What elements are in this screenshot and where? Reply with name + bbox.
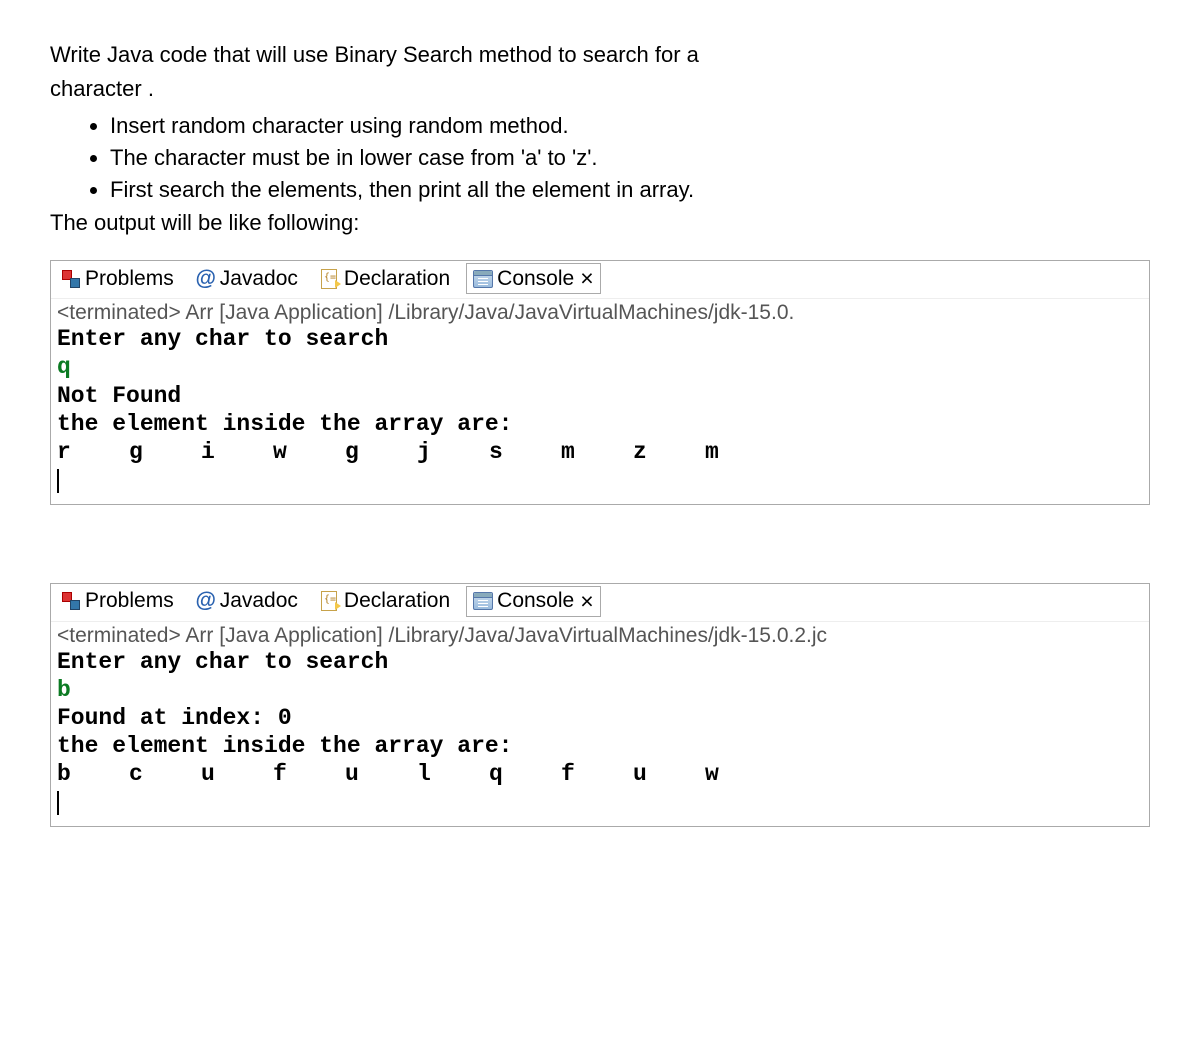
- user-input-line: q: [57, 353, 1143, 381]
- javadoc-icon: @: [196, 269, 216, 289]
- text-cursor: [57, 469, 59, 493]
- declaration-icon: {=: [320, 269, 340, 289]
- tab-console-label: Console: [497, 267, 574, 291]
- array-el: j: [417, 438, 489, 466]
- question-follow: The output will be like following:: [50, 210, 1150, 236]
- tab-problems-label: Problems: [85, 267, 174, 291]
- run-status-2: <terminated> Arr [Java Application] /Lib…: [51, 622, 1149, 648]
- tab-javadoc[interactable]: @ Javadoc: [190, 588, 304, 614]
- result-line: Not Found: [57, 382, 1143, 410]
- array-el: u: [345, 760, 417, 788]
- tab-declaration[interactable]: {= Declaration: [314, 588, 456, 614]
- array-el: i: [201, 438, 273, 466]
- close-icon[interactable]: ×: [580, 265, 593, 292]
- result-line: Found at index: 0: [57, 704, 1143, 732]
- array-el: s: [489, 438, 561, 466]
- array-el: f: [561, 760, 633, 788]
- run-status-1: <terminated> Arr [Java Application] /Lib…: [51, 299, 1149, 325]
- array-el: m: [561, 438, 633, 466]
- array-el: f: [273, 760, 345, 788]
- array-el: w: [705, 760, 777, 788]
- tab-bar: Problems @ Javadoc {= Declaration Consol…: [51, 261, 1149, 299]
- tab-problems[interactable]: Problems: [55, 266, 180, 292]
- console-output-1: Enter any char to search q Not Found the…: [51, 325, 1149, 503]
- console-icon: [473, 591, 493, 611]
- array-el: z: [633, 438, 705, 466]
- javadoc-icon: @: [196, 591, 216, 611]
- array-el: m: [705, 438, 777, 466]
- console-icon: [473, 269, 493, 289]
- console-panel-1: Problems @ Javadoc {= Declaration Consol…: [50, 260, 1150, 504]
- tab-bar: Problems @ Javadoc {= Declaration Consol…: [51, 584, 1149, 622]
- tab-console-label: Console: [497, 589, 574, 613]
- tab-problems[interactable]: Problems: [55, 588, 180, 614]
- tab-console[interactable]: Console ×: [466, 263, 601, 294]
- tab-declaration-label: Declaration: [344, 589, 450, 613]
- problems-icon: [61, 269, 81, 289]
- tab-javadoc-label: Javadoc: [220, 589, 298, 613]
- tab-console[interactable]: Console ×: [466, 586, 601, 617]
- array-el: b: [57, 760, 129, 788]
- bullet-1: Insert random character using random met…: [110, 111, 1150, 141]
- array-el: w: [273, 438, 345, 466]
- console-output-2: Enter any char to search b Found at inde…: [51, 648, 1149, 826]
- array-el: r: [57, 438, 129, 466]
- prompt-line: Enter any char to search: [57, 648, 1143, 676]
- bullet-2: The character must be in lower case from…: [110, 143, 1150, 173]
- tab-problems-label: Problems: [85, 589, 174, 613]
- tab-javadoc[interactable]: @ Javadoc: [190, 266, 304, 292]
- question-bullets: Insert random character using random met…: [50, 111, 1150, 204]
- array-el: u: [201, 760, 273, 788]
- tab-declaration[interactable]: {= Declaration: [314, 266, 456, 292]
- tab-javadoc-label: Javadoc: [220, 267, 298, 291]
- array-el: q: [489, 760, 561, 788]
- array-el: g: [129, 438, 201, 466]
- prompt-line: Enter any char to search: [57, 325, 1143, 353]
- bullet-3: First search the elements, then print al…: [110, 175, 1150, 205]
- question-title-line1: Write Java code that will use Binary Sea…: [50, 40, 1150, 70]
- problems-icon: [61, 591, 81, 611]
- array-values-line: rgiwgjsmzm: [57, 438, 1143, 466]
- question-title-line2: character .: [50, 74, 1150, 104]
- array-el: c: [129, 760, 201, 788]
- user-input-line: b: [57, 676, 1143, 704]
- array-el: u: [633, 760, 705, 788]
- tab-declaration-label: Declaration: [344, 267, 450, 291]
- array-el: g: [345, 438, 417, 466]
- array-label-line: the element inside the array are:: [57, 732, 1143, 760]
- declaration-icon: {=: [320, 591, 340, 611]
- array-el: l: [417, 760, 489, 788]
- console-panel-2: Problems @ Javadoc {= Declaration Consol…: [50, 583, 1150, 827]
- array-values-line: bcufulqfuw: [57, 760, 1143, 788]
- text-cursor: [57, 791, 59, 815]
- array-label-line: the element inside the array are:: [57, 410, 1143, 438]
- close-icon[interactable]: ×: [580, 588, 593, 615]
